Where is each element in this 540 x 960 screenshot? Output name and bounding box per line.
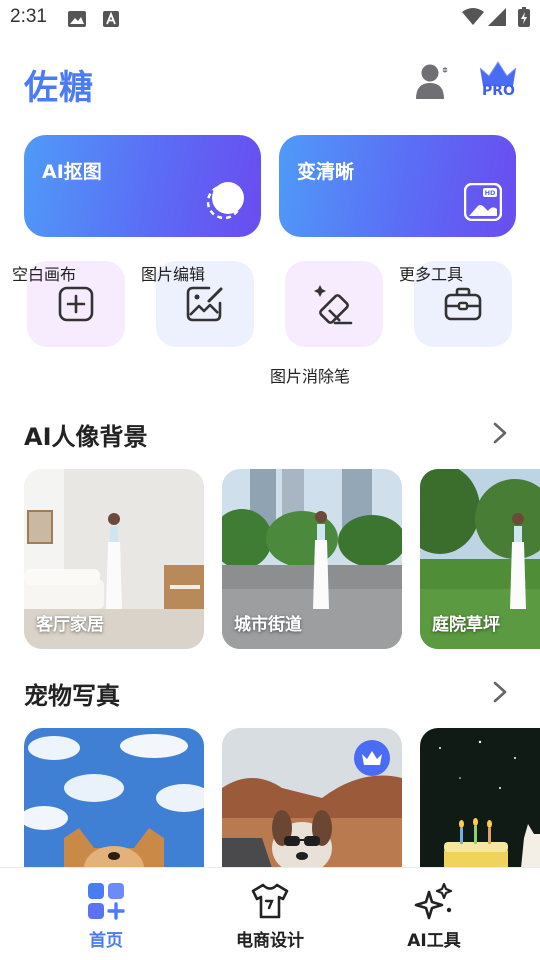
pet-card-desert-dog[interactable] (222, 728, 402, 878)
home-grid-icon (88, 883, 125, 920)
hd-image-icon: HD (464, 183, 502, 221)
section-title-pet: 宠物写真 (24, 682, 120, 710)
nav-label: 电商设计 (236, 931, 304, 951)
tool-label: 图片消除笔 (270, 367, 351, 386)
portrait-card-garden-lawn[interactable]: 庭院草坪 (420, 469, 540, 649)
nav-home[interactable]: 首页 (36, 868, 176, 960)
pro-badge[interactable]: PRO (478, 60, 518, 102)
pet-card-sky-corgi[interactable] (24, 728, 204, 878)
portrait-caption: 客厅家居 (36, 615, 104, 635)
card-label: AI抠图 (42, 161, 102, 183)
chevron-right-icon[interactable] (492, 422, 508, 444)
bottom-navigation: 首页 电商设计 AI工具 (0, 867, 540, 960)
image-notification-icon (68, 11, 86, 27)
section-title-portrait: AI人像背景 (24, 423, 148, 451)
ai-cutout-card[interactable]: AI抠图 (24, 135, 261, 237)
app-brand-title: 佐糖 (24, 68, 94, 108)
add-user-icon[interactable] (414, 62, 452, 100)
portrait-caption: 庭院草坪 (432, 615, 500, 635)
night-cat-photo (420, 728, 540, 878)
tool-label: 空白画布 (12, 265, 77, 284)
font-notification-icon (103, 11, 119, 27)
tool-eraser[interactable] (285, 261, 385, 351)
nav-label: 首页 (89, 931, 123, 951)
status-time: 2:31 (10, 6, 47, 27)
tshirt-icon (251, 883, 289, 919)
pet-card-night-cat[interactable] (420, 728, 540, 878)
cutout-icon (206, 182, 244, 220)
sparkles-icon (414, 882, 453, 920)
signal-icon (488, 8, 506, 26)
status-bar: 2:31 (0, 0, 540, 36)
battery-icon (518, 7, 530, 27)
premium-badge (354, 740, 390, 776)
portrait-card-city-street[interactable]: 城市街道 (222, 469, 402, 649)
tool-label: 更多工具 (399, 265, 464, 284)
pro-label: PRO (482, 83, 515, 99)
nav-label: AI工具 (407, 931, 461, 951)
chevron-right-icon[interactable] (492, 681, 508, 703)
sky-corgi-photo (24, 728, 204, 878)
crown-icon (362, 751, 382, 765)
svg-text:HD: HD (485, 189, 496, 197)
wifi-icon (462, 8, 484, 25)
portrait-caption: 城市街道 (234, 615, 302, 635)
nav-ai-tools[interactable]: AI工具 (364, 868, 504, 960)
tool-label: 图片编辑 (141, 265, 206, 284)
card-label: 变清晰 (297, 161, 355, 183)
enhance-card[interactable]: 变清晰 HD (279, 135, 516, 237)
eraser-icon (314, 285, 353, 325)
nav-ecommerce-design[interactable]: 电商设计 (200, 868, 340, 960)
portrait-card-living-room[interactable]: 客厅家居 (24, 469, 204, 649)
tool-icon-box (285, 261, 383, 347)
